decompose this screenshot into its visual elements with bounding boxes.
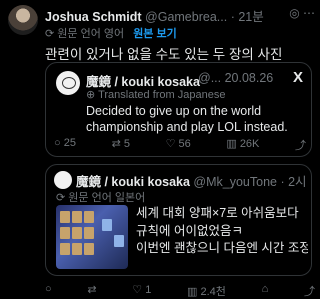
avatar[interactable] [8, 5, 38, 35]
like-icon[interactable]: ♡ 56 [166, 137, 191, 153]
card2-avatar[interactable] [54, 171, 72, 189]
card2-body: 세계 대회 양패×7로 아쉬움보다 규칙에 어이없었음ㅋ 이번엔 괜찮으니 다음… [136, 205, 308, 258]
more-icon[interactable]: ◎ ⋯ [289, 6, 315, 20]
card2-handle: @Mk_youTone · 2시 [193, 175, 307, 189]
card2-line: 이번엔 괜찮으니 다음엔 시간 조정 좀... [136, 241, 308, 255]
card1-body: Decided to give up on the world champion… [86, 104, 288, 134]
bookmark-icon[interactable]: ⌂ [262, 283, 269, 299]
quoted-card-1[interactable]: 魔鏡 / kouki kosaka @... 20.08.26 X ⊕ Tran… [45, 62, 312, 157]
reply-icon[interactable]: ○ [45, 283, 52, 299]
card2-thumbnail[interactable] [56, 205, 128, 269]
card2-name[interactable]: 魔鏡 / kouki kosaka [76, 175, 190, 189]
retweet-icon[interactable]: ⇄ [87, 283, 96, 299]
views-icon[interactable]: ▥ 2.4천 [187, 283, 226, 299]
show-original-link[interactable]: 원본 보기 [133, 28, 177, 40]
translate-icon: ⊕ [86, 89, 99, 101]
translate-note: 원문 언어 영어 [57, 28, 125, 40]
translate-icon: ⟳ [56, 192, 69, 204]
post-header: Joshua Schmidt @Gamebrea... · 21분 ◎ ⋯ [45, 6, 315, 24]
card1-actions: ○ 25 ⇄ 5 ♡ 56 ▥ 26K ⤴ [54, 137, 306, 153]
author-handle[interactable]: @Gamebrea... [145, 10, 227, 24]
x-logo-icon[interactable]: X [293, 69, 303, 86]
share-icon[interactable]: ⤴ [295, 137, 306, 153]
post-time[interactable]: 21분 [238, 10, 263, 24]
card1-avatar[interactable] [56, 71, 80, 95]
views-icon[interactable]: ▥ 26K [226, 137, 259, 153]
reply-icon[interactable]: ○ 25 [54, 137, 76, 153]
card2-translate-note: ⟳ 원문 언어 일본어 [56, 192, 146, 204]
retweet-icon[interactable]: ⇄ 5 [112, 137, 130, 153]
post-actions: ○ ⇄ ♡ 1 ▥ 2.4천 ⌂ ⤴ [45, 283, 315, 299]
post-text: 관련이 있거나 없을 수도 있는 두 장의 사진 [45, 47, 283, 62]
share-icon[interactable]: ⤴ [304, 283, 315, 299]
card2-line: 세계 대회 양패×7로 아쉬움보다 [136, 206, 299, 220]
like-icon[interactable]: ♡ 1 [132, 283, 151, 299]
translate-icon: ⟳ [45, 28, 58, 40]
card2-header: 魔鏡 / kouki kosaka @Mk_youTone · 2시 [76, 171, 307, 190]
card1-translated-from: ⊕ Translated from Japanese [86, 89, 226, 101]
quoted-card-2[interactable]: 魔鏡 / kouki kosaka @Mk_youTone · 2시 ⟳ 원문 … [45, 164, 312, 276]
author-name[interactable]: Joshua Schmidt [45, 10, 142, 24]
translate-row: ⟳ 원문 언어 영어 원본 보기 [45, 25, 177, 41]
card2-line: 규칙에 어이없었음ㅋ [136, 223, 243, 238]
